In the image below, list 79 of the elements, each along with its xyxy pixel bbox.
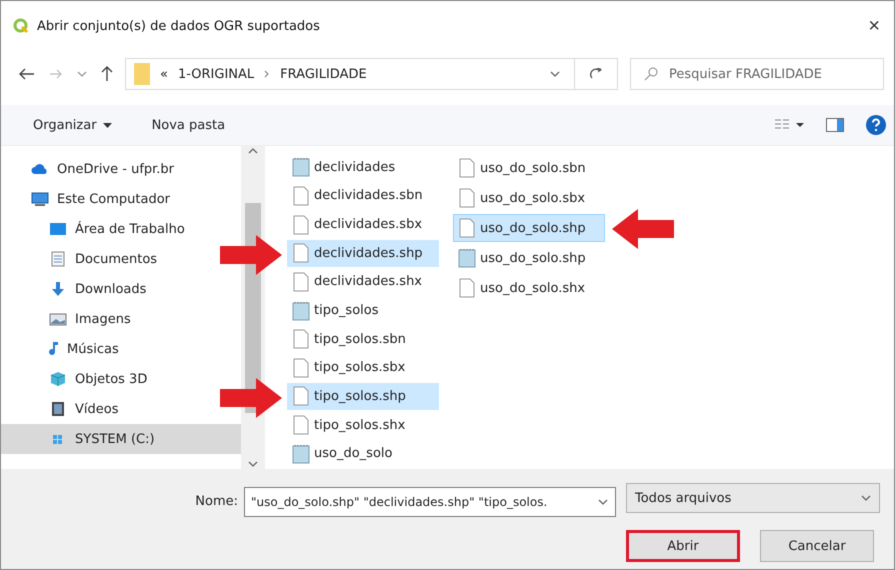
file-icon bbox=[292, 329, 310, 350]
dialog-button[interactable]: Abrir bbox=[626, 530, 740, 562]
new-folder-button[interactable]: Nova pasta bbox=[152, 118, 226, 132]
file-icon bbox=[292, 358, 310, 378]
navigation-item[interactable]: OneDrive - ufpr.br bbox=[1, 154, 241, 184]
app-logo-icon bbox=[13, 18, 29, 34]
monitor-icon bbox=[31, 191, 49, 207]
file-item[interactable]: uso_do_solo.shp bbox=[453, 244, 605, 272]
search-field[interactable]: Pesquisar FRAGILIDADE bbox=[630, 58, 884, 90]
back-arrow-icon[interactable] bbox=[19, 68, 35, 80]
navigation-item[interactable]: Documentos bbox=[1, 244, 241, 274]
file-item[interactable]: uso_do_solo.shx bbox=[453, 274, 605, 302]
recent-dropdown-icon bbox=[77, 71, 87, 77]
layer-file-icon bbox=[292, 157, 310, 178]
file-icon bbox=[458, 218, 476, 238]
desktop-icon bbox=[49, 221, 67, 237]
dialog-button[interactable]: Cancelar bbox=[760, 530, 874, 562]
organize-menu-button[interactable]: Organizar bbox=[33, 118, 112, 132]
file-item[interactable]: uso_do_solo.sbx bbox=[453, 184, 605, 212]
dropdown-chevron-icon bbox=[861, 495, 871, 501]
cube-icon bbox=[49, 371, 67, 387]
chevron-right-icon bbox=[264, 70, 270, 78]
file-item[interactable]: tipo_solos.sbx bbox=[287, 354, 439, 382]
navigation-item[interactable]: Área de Trabalho bbox=[1, 214, 241, 244]
refresh-icon bbox=[589, 67, 603, 81]
file-item[interactable]: tipo_solos.sbn bbox=[287, 326, 439, 352]
dropdown-chevron-icon bbox=[598, 498, 608, 504]
navigation-item[interactable]: Downloads bbox=[1, 274, 241, 304]
breadcrumb-item[interactable]: 1-ORIGINAL bbox=[178, 66, 254, 82]
scroll-down-icon bbox=[248, 461, 258, 467]
navigation-item[interactable]: Vídeos bbox=[1, 394, 241, 424]
picture-icon bbox=[49, 311, 67, 327]
layer-file-icon bbox=[458, 248, 476, 268]
file-item[interactable]: declividades.shx bbox=[287, 268, 439, 296]
file-icon bbox=[292, 272, 310, 292]
dropdown-chevron-icon bbox=[550, 71, 560, 77]
window-title: Abrir conjunto(s) de dados OGR suportados bbox=[37, 18, 321, 34]
file-icon bbox=[292, 415, 310, 436]
file-icon bbox=[458, 278, 476, 298]
music-note-icon bbox=[49, 341, 59, 357]
navigation-item[interactable]: Este Computador bbox=[1, 184, 241, 214]
preview-pane-icon[interactable] bbox=[826, 118, 844, 132]
navigation-item[interactable]: SYSTEM (C:) bbox=[1, 424, 241, 454]
file-item[interactable]: tipo_solos bbox=[287, 297, 439, 324]
navigation-item[interactable]: Músicas bbox=[1, 334, 241, 364]
file-item[interactable]: uso_do_solo bbox=[287, 440, 439, 468]
address-bar[interactable]: « 1-ORIGINAL FRAGILIDADE bbox=[125, 58, 575, 90]
layer-file-icon bbox=[292, 444, 310, 464]
file-item[interactable]: declividades bbox=[287, 154, 439, 181]
file-item[interactable]: tipo_solos.shx bbox=[287, 412, 439, 438]
file-icon bbox=[458, 158, 476, 178]
folder-icon bbox=[134, 63, 150, 85]
close-button[interactable]: × bbox=[864, 14, 884, 38]
file-icon bbox=[292, 186, 310, 206]
file-name-label: Nome: bbox=[195, 494, 238, 509]
breadcrumb-item[interactable]: FRAGILIDADE bbox=[280, 66, 367, 82]
breadcrumb-overflow[interactable]: « bbox=[160, 66, 168, 82]
document-icon bbox=[49, 251, 67, 267]
scroll-up-icon[interactable] bbox=[248, 148, 258, 154]
film-icon bbox=[49, 401, 67, 417]
download-arrow-icon bbox=[49, 281, 67, 297]
up-arrow-icon[interactable] bbox=[101, 66, 113, 82]
file-item[interactable]: declividades.sbx bbox=[287, 211, 439, 238]
navigation-item[interactable]: Objetos 3D bbox=[1, 364, 241, 394]
caret-icon bbox=[102, 122, 112, 128]
file-icon bbox=[292, 386, 310, 406]
file-type-dropdown[interactable]: Todos arquivos bbox=[626, 483, 880, 513]
help-icon[interactable] bbox=[866, 115, 886, 135]
file-item[interactable]: declividades.sbn bbox=[287, 182, 439, 210]
file-item[interactable]: uso_do_solo.sbn bbox=[453, 154, 605, 182]
file-icon bbox=[458, 188, 476, 208]
file-icon bbox=[292, 243, 310, 264]
layer-file-icon bbox=[292, 300, 310, 321]
cloud-icon bbox=[31, 161, 49, 177]
search-icon bbox=[644, 67, 658, 81]
navigation-item[interactable]: Imagens bbox=[1, 304, 241, 334]
refresh-button[interactable] bbox=[574, 58, 618, 90]
file-name-field[interactable]: "uso_do_solo.shp" "declividades.shp" "tipo_solos. bbox=[244, 486, 616, 516]
file-icon bbox=[292, 214, 310, 235]
